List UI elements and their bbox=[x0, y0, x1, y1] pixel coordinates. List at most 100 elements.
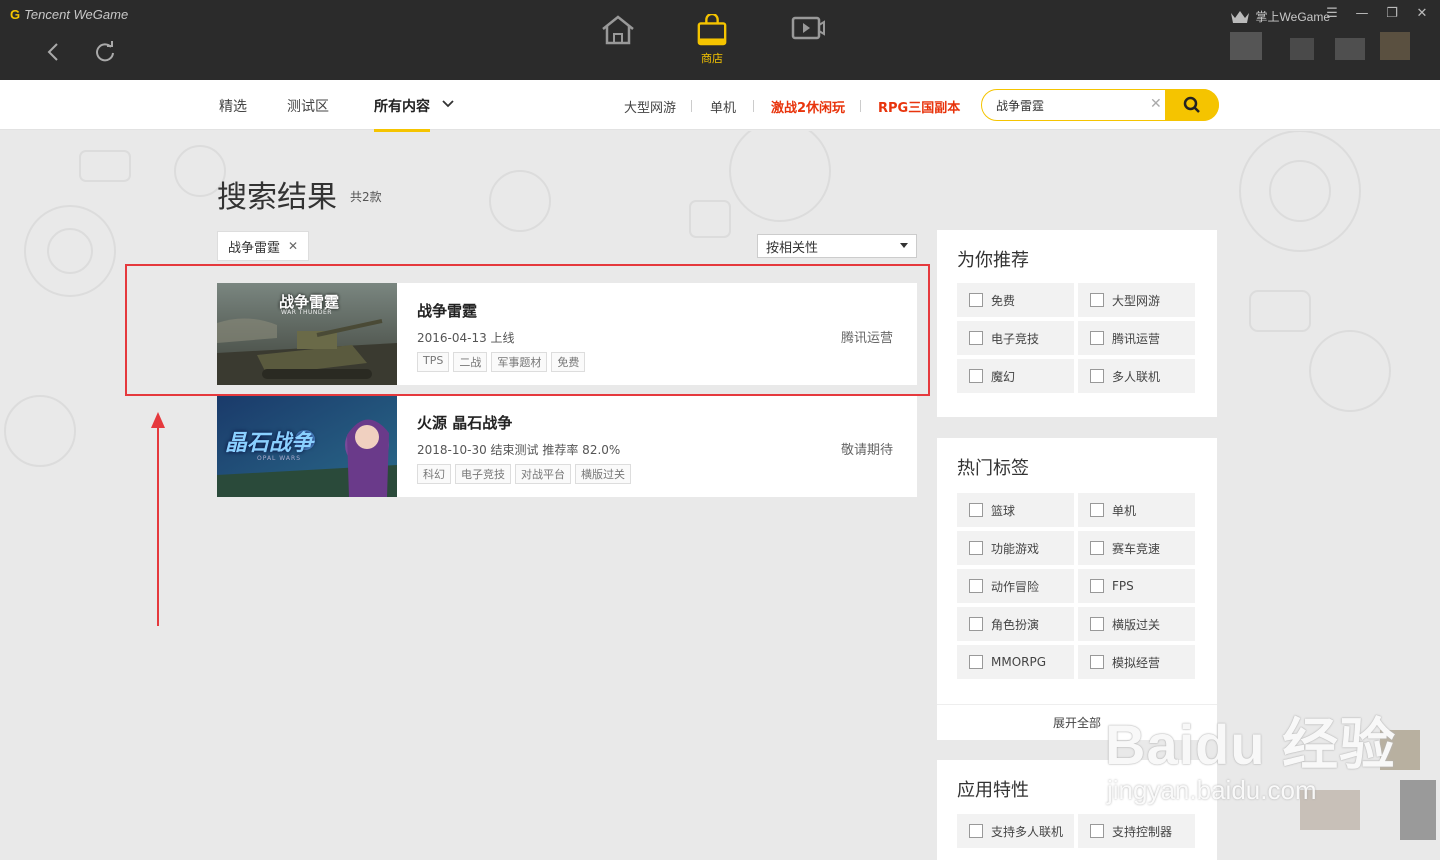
search-bar: ✕ bbox=[981, 89, 1219, 121]
checkbox-icon bbox=[1090, 331, 1104, 345]
filter-checkbox[interactable]: 功能游戏 bbox=[957, 531, 1074, 565]
clear-search-icon[interactable]: ✕ bbox=[1150, 96, 1162, 112]
maximize-icon[interactable]: ❐ bbox=[1384, 6, 1400, 21]
game-card-opal-wars[interactable]: 晶石战争 OPAL WARS 火源 晶石战争 2018-10-30 结束测试 推… bbox=[217, 395, 917, 497]
tab-all-content[interactable]: 所有内容 bbox=[374, 96, 454, 132]
tab-test-zone[interactable]: 测试区 bbox=[287, 96, 329, 116]
tag[interactable]: 免费 bbox=[551, 352, 586, 372]
game-release-date: 2018-10-30 结束测试 推荐率 82.0% bbox=[417, 443, 621, 457]
tag[interactable]: 对战平台 bbox=[515, 464, 571, 484]
blurred-area bbox=[1290, 38, 1314, 60]
filter-checkbox[interactable]: 赛车竞速 bbox=[1078, 531, 1195, 565]
search-button[interactable] bbox=[1165, 89, 1219, 121]
tag[interactable]: 科幻 bbox=[417, 464, 451, 484]
game-tags: 科幻 电子竞技 对战平台 横版过关 bbox=[417, 464, 631, 484]
cover-subtitle: OPAL WARS bbox=[257, 455, 301, 462]
tag[interactable]: 电子竞技 bbox=[455, 464, 511, 484]
page-title: 搜索结果 bbox=[217, 180, 337, 215]
checkbox-icon bbox=[1090, 293, 1104, 307]
video-icon bbox=[791, 16, 825, 40]
checkbox-icon bbox=[1090, 824, 1104, 838]
game-name[interactable]: 战争雷霆 bbox=[417, 300, 477, 321]
store-button[interactable]: 商店 bbox=[687, 14, 737, 66]
checkbox-icon bbox=[1090, 579, 1104, 593]
filter-checkbox[interactable]: 多人联机 bbox=[1078, 359, 1195, 393]
result-count: 共2款 bbox=[350, 190, 382, 204]
back-button[interactable] bbox=[39, 38, 67, 66]
blurred-area bbox=[1300, 790, 1360, 830]
checkbox-icon bbox=[969, 579, 983, 593]
search-input[interactable] bbox=[996, 96, 1146, 114]
tag[interactable]: 二战 bbox=[453, 352, 488, 372]
filter-checkbox[interactable]: 魔幻 bbox=[957, 359, 1074, 393]
checkbox-icon bbox=[969, 503, 983, 517]
crown-icon bbox=[1230, 10, 1249, 23]
cover-subtitle: WAR THUNDER bbox=[281, 309, 332, 316]
filter-checkbox[interactable]: 单机 bbox=[1078, 493, 1195, 527]
expand-all-button[interactable]: 展开全部 bbox=[937, 704, 1217, 740]
filter-checkbox[interactable]: 电子竞技 bbox=[957, 321, 1074, 355]
remove-filter-icon[interactable]: ✕ bbox=[288, 239, 298, 253]
title-bar: G Tencent WeGame 商店 掌上WeGame ☰ — ❐ ✕ bbox=[0, 0, 1440, 80]
tag[interactable]: TPS bbox=[417, 352, 450, 372]
filter-checkbox[interactable]: 支持控制器 bbox=[1078, 814, 1195, 848]
filter-checkbox[interactable]: 篮球 bbox=[957, 493, 1074, 527]
active-filter-chip[interactable]: 战争雷霆 ✕ bbox=[217, 231, 310, 261]
sub-navigation: 精选 测试区 所有内容 大型网游 单机 激战2休闲玩 RPG三国副本 bbox=[0, 80, 1440, 132]
blurred-area bbox=[1400, 780, 1436, 840]
home-icon bbox=[602, 15, 634, 45]
chevron-down-icon bbox=[442, 100, 454, 108]
filter-checkbox[interactable]: 模拟经营 bbox=[1078, 645, 1195, 679]
quick-link-single[interactable]: 单机 bbox=[710, 97, 736, 116]
sort-dropdown[interactable]: 按相关性 bbox=[757, 234, 917, 258]
home-button[interactable] bbox=[593, 14, 643, 66]
filter-checkbox[interactable]: MMORPG bbox=[957, 645, 1074, 679]
refresh-button[interactable] bbox=[91, 38, 119, 66]
minimize-icon[interactable]: — bbox=[1354, 6, 1370, 21]
game-thumbnail[interactable]: 战争雷霆 WAR THUNDER bbox=[217, 283, 397, 385]
checkbox-icon bbox=[1090, 541, 1104, 555]
blurred-area bbox=[1380, 32, 1410, 60]
divider bbox=[753, 100, 754, 112]
game-name[interactable]: 火源 晶石战争 bbox=[417, 412, 512, 433]
quick-link-mmo[interactable]: 大型网游 bbox=[624, 97, 676, 116]
game-card-war-thunder[interactable]: 战争雷霆 WAR THUNDER 战争雷霆 2016-04-13 上线 TPS … bbox=[217, 283, 917, 385]
refresh-icon bbox=[96, 41, 114, 62]
quick-link-promo-2[interactable]: RPG三国副本 bbox=[878, 97, 960, 116]
store-label: 商店 bbox=[701, 52, 723, 65]
user-menu[interactable]: 掌上WeGame bbox=[1230, 8, 1330, 25]
checkbox-icon bbox=[969, 541, 983, 555]
checkbox-icon bbox=[969, 293, 983, 307]
checkbox-icon bbox=[1090, 503, 1104, 517]
checkbox-icon bbox=[969, 824, 983, 838]
filter-checkbox[interactable]: FPS bbox=[1078, 569, 1195, 603]
blurred-area bbox=[1230, 32, 1262, 60]
filter-checkbox[interactable]: 角色扮演 bbox=[957, 607, 1074, 641]
search-icon bbox=[1183, 96, 1200, 113]
video-button[interactable] bbox=[783, 14, 833, 66]
tab-featured[interactable]: 精选 bbox=[219, 96, 247, 116]
close-icon[interactable]: ✕ bbox=[1414, 6, 1430, 21]
checkbox-icon bbox=[1090, 617, 1104, 631]
game-thumbnail[interactable]: 晶石战争 OPAL WARS bbox=[217, 395, 397, 497]
game-release-date: 2016-04-13 上线 bbox=[417, 331, 515, 345]
tag[interactable]: 横版过关 bbox=[575, 464, 631, 484]
quick-link-promo-1[interactable]: 激战2休闲玩 bbox=[771, 97, 845, 116]
filter-checkbox[interactable]: 免费 bbox=[957, 283, 1074, 317]
filter-checkbox[interactable]: 腾讯运营 bbox=[1078, 321, 1195, 355]
blurred-area bbox=[1380, 730, 1420, 770]
checkbox-icon bbox=[1090, 369, 1104, 383]
divider bbox=[691, 100, 692, 112]
checkbox-icon bbox=[969, 331, 983, 345]
tag[interactable]: 军事题材 bbox=[491, 352, 548, 372]
panel-title: 应用特性 bbox=[957, 780, 1029, 801]
blurred-area bbox=[1335, 38, 1365, 60]
filter-checkbox[interactable]: 支持多人联机 bbox=[957, 814, 1074, 848]
filter-checkbox[interactable]: 动作冒险 bbox=[957, 569, 1074, 603]
filter-checkbox[interactable]: 大型网游 bbox=[1078, 283, 1195, 317]
checkbox-icon bbox=[969, 369, 983, 383]
filter-checkbox[interactable]: 横版过关 bbox=[1078, 607, 1195, 641]
features-panel: 应用特性 支持多人联机 支持控制器 bbox=[937, 760, 1217, 860]
back-arrow-icon bbox=[47, 43, 58, 61]
menu-icon[interactable]: ☰ bbox=[1324, 6, 1340, 21]
